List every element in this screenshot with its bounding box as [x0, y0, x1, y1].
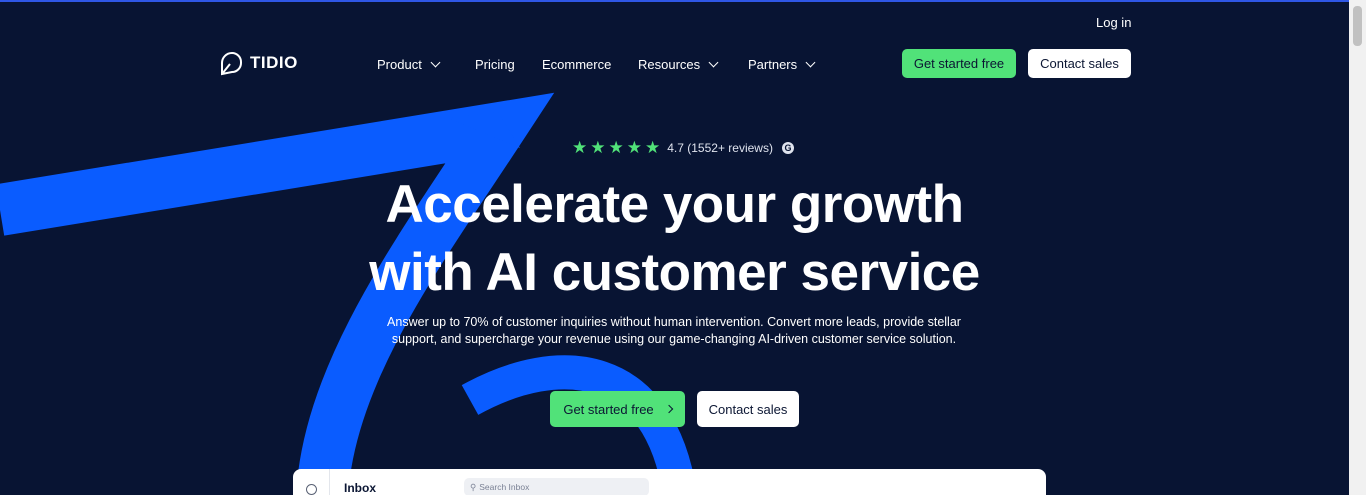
star-icon: ★ [645, 138, 661, 157]
nav-item-product[interactable]: Product [377, 54, 475, 74]
star-icon: ★ [626, 138, 642, 157]
search-placeholder: Search Inbox [479, 482, 530, 492]
logo-text: TIDIO [250, 53, 298, 72]
main-nav: Product Pricing Ecommerce Resources Part… [377, 54, 828, 74]
scrollbar-thumb[interactable] [1353, 6, 1362, 46]
star-icon: ★ [608, 138, 624, 157]
app-logo-icon [306, 484, 317, 495]
nav-item-label: Pricing [475, 56, 515, 72]
tidio-logo-icon [221, 51, 242, 76]
app-inbox-title: Inbox [344, 481, 376, 495]
nav-item-resources[interactable]: Resources [638, 54, 748, 74]
nav-contact-sales-button[interactable]: Contact sales [1028, 49, 1131, 78]
rating-text: 4.7 (1552+ reviews) [667, 140, 773, 155]
g2-icon: G [781, 141, 794, 154]
chevron-down-icon [430, 57, 441, 67]
hero-headline-line1: Accelerate your growth [385, 175, 964, 234]
hero-get-started-label: Get started free [563, 401, 654, 417]
tidio-logo[interactable]: TIDIO [219, 50, 298, 76]
chevron-right-icon [664, 404, 673, 414]
nav-item-label: Resources [638, 56, 701, 72]
star-icon: ★ [572, 138, 588, 157]
nav-item-ecommerce[interactable]: Ecommerce [542, 54, 638, 74]
nav-item-label: Partners [748, 56, 798, 72]
search-icon: ⚲ [470, 481, 477, 492]
nav-item-pricing[interactable]: Pricing [475, 54, 542, 74]
page-scrollbar[interactable] [1349, 0, 1366, 495]
chevron-down-icon [805, 57, 816, 67]
app-divider [329, 469, 330, 495]
chevron-down-icon [708, 57, 719, 67]
hero-subtitle: Answer up to 70% of customer inquiries w… [387, 315, 961, 346]
nav-item-partners[interactable]: Partners [748, 54, 828, 74]
nav-item-label: Ecommerce [542, 56, 612, 72]
hero-headline-line2: with AI customer service [369, 243, 980, 302]
app-search-input: ⚲ Search Inbox [464, 478, 649, 495]
rating-bar: ★ ★ ★ ★ ★ 4.7 (1552+ reviews) G [572, 139, 794, 156]
star-icon: ★ [590, 138, 606, 157]
hero-contact-sales-button[interactable]: Contact sales [697, 391, 799, 427]
top-accent-line [0, 0, 1366, 2]
login-link[interactable]: Log in [1096, 15, 1131, 30]
nav-item-label: Product [377, 56, 422, 72]
nav-get-started-button[interactable]: Get started free [902, 49, 1016, 78]
hero-get-started-button[interactable]: Get started free [550, 391, 685, 427]
app-preview: Inbox ⚲ Search Inbox [293, 469, 1046, 495]
